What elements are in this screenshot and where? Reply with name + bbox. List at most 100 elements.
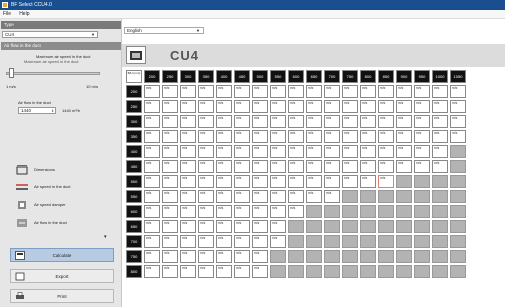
grid-cell[interactable]: m/s [234,100,250,113]
grid-cell[interactable]: m/s [144,85,160,98]
grid-cell[interactable]: m/s [432,115,448,128]
grid-cell[interactable]: m/s [162,220,178,233]
grid-cell[interactable]: m/s [378,115,394,128]
grid-cell[interactable]: m/s [180,250,196,263]
grid-cell[interactable]: m/s [180,130,196,143]
grid-cell[interactable]: m/s [450,85,466,98]
grid-cell[interactable]: m/s [288,160,304,173]
grid-cell[interactable]: m/s [144,145,160,158]
grid-cell[interactable]: m/s [234,85,250,98]
grid-cell[interactable]: m/s [324,175,340,188]
grid-cell[interactable]: m/s [288,175,304,188]
grid-cell[interactable]: m/s [270,220,286,233]
grid-cell[interactable]: m/s [144,130,160,143]
grid-cell[interactable]: m/s [396,115,412,128]
grid-cell[interactable]: m/s [288,145,304,158]
grid-cell[interactable]: m/s [324,115,340,128]
grid-cell[interactable]: m/s [180,175,196,188]
grid-cell[interactable]: m/s [234,190,250,203]
grid-cell[interactable]: m/s [324,130,340,143]
grid-cell[interactable]: m/s [324,100,340,113]
calculate-button[interactable]: Calculate [10,248,114,262]
grid-cell[interactable]: m/s [414,145,430,158]
grid-cell[interactable]: m/s [180,220,196,233]
grid-cell[interactable]: m/s [198,115,214,128]
grid-cell[interactable]: m/s [216,250,232,263]
grid-cell[interactable]: m/s [306,190,322,203]
grid-cell[interactable]: m/s [324,85,340,98]
grid-cell[interactable]: m/s [144,175,160,188]
grid-cell[interactable]: m/s [234,265,250,278]
export-button[interactable]: Export [10,269,114,283]
grid-cell[interactable]: m/s [432,160,448,173]
grid-cell[interactable]: m/s [342,130,358,143]
grid-cell[interactable]: m/s [450,115,466,128]
grid-cell[interactable]: m/s [198,220,214,233]
grid-cell[interactable]: m/s [162,250,178,263]
flow-input[interactable]: 1440 ⇕ [18,107,56,114]
grid-cell[interactable]: m/s [270,175,286,188]
grid-cell[interactable]: m/s [270,115,286,128]
grid-cell[interactable]: m/s [306,100,322,113]
grid-cell[interactable]: m/s [270,160,286,173]
grid-cell[interactable]: m/s [252,250,268,263]
grid-cell[interactable]: m/s [288,190,304,203]
grid-cell[interactable]: m/s [234,220,250,233]
grid-cell[interactable]: m/s [216,220,232,233]
grid-cell[interactable]: m/s [432,130,448,143]
grid-cell[interactable]: m/s [414,115,430,128]
grid-cell[interactable]: m/s [378,130,394,143]
grid-cell[interactable]: m/s [288,115,304,128]
grid-cell[interactable]: m/s [270,205,286,218]
menu-file[interactable]: File [3,10,11,19]
grid-cell[interactable]: m/s [162,115,178,128]
grid-cell[interactable]: m/s [144,205,160,218]
grid-cell[interactable]: m/s [180,100,196,113]
grid-cell[interactable]: m/s [198,190,214,203]
grid-cell[interactable]: m/s [396,160,412,173]
grid-cell[interactable]: m/s [216,100,232,113]
grid-cell[interactable]: m/s [252,115,268,128]
grid-cell[interactable]: m/s [144,160,160,173]
grid-cell[interactable]: m/s [216,85,232,98]
grid-cell[interactable]: m/s [378,175,394,188]
grid-cell[interactable]: m/s [162,100,178,113]
grid-cell[interactable]: m/s [198,130,214,143]
grid-cell[interactable]: m/s [396,130,412,143]
grid-cell[interactable]: m/s [270,130,286,143]
grid-cell[interactable]: m/s [198,100,214,113]
grid-cell[interactable]: m/s [432,145,448,158]
grid-cell[interactable]: m/s [270,190,286,203]
grid-cell[interactable]: m/s [216,265,232,278]
grid-cell[interactable]: m/s [162,205,178,218]
grid-cell[interactable]: m/s [234,175,250,188]
grid-cell[interactable]: m/s [216,205,232,218]
grid-cell[interactable]: m/s [288,130,304,143]
grid-cell[interactable]: m/s [162,175,178,188]
grid-cell[interactable]: m/s [180,115,196,128]
grid-cell[interactable]: m/s [234,115,250,128]
grid-cell[interactable]: m/s [396,85,412,98]
grid-cell[interactable]: m/s [306,175,322,188]
grid-cell[interactable]: m/s [288,205,304,218]
grid-cell[interactable]: m/s [162,235,178,248]
type-select[interactable]: CU4 ▼ [2,31,98,38]
print-button[interactable]: Print [10,289,114,303]
grid-cell[interactable]: m/s [180,190,196,203]
grid-cell[interactable]: m/s [378,160,394,173]
sidebar-item-dimensions[interactable]: Dimensions [8,164,118,176]
sidebar-item-air-speed-damper[interactable]: Air speed damper [8,199,118,211]
grid-cell[interactable]: m/s [234,205,250,218]
grid-cell[interactable]: m/s [396,100,412,113]
grid-cell[interactable]: m/s [342,175,358,188]
grid-cell[interactable]: m/s [144,220,160,233]
grid-cell[interactable]: m/s [396,145,412,158]
grid-cell[interactable]: m/s [198,175,214,188]
grid-cell[interactable]: m/s [342,115,358,128]
grid-cell[interactable]: m/s [198,265,214,278]
grid-cell[interactable]: m/s [252,175,268,188]
grid-cell[interactable]: m/s [414,100,430,113]
grid-cell[interactable]: m/s [162,145,178,158]
language-select[interactable]: English ▼ [124,27,204,34]
grid-cell[interactable]: m/s [180,160,196,173]
